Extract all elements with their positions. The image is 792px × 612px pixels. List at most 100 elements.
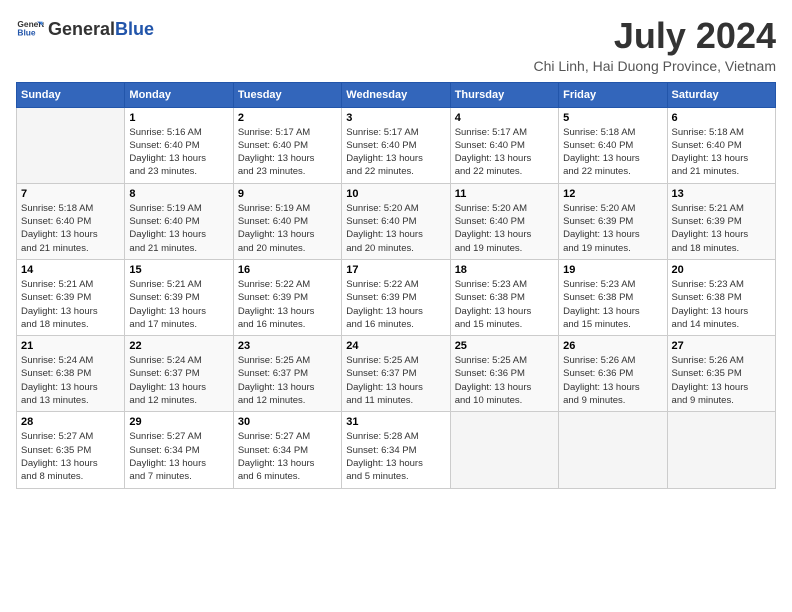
day-detail: Sunrise: 5:23 AM Sunset: 6:38 PM Dayligh… (563, 278, 662, 331)
calendar-cell: 31 Sunrise: 5:28 AM Sunset: 6:34 PM Dayli… (342, 412, 450, 488)
weekday-header-monday: Monday (125, 82, 233, 107)
weekday-header-tuesday: Tuesday (233, 82, 341, 107)
day-detail: Sunrise: 5:23 AM Sunset: 6:38 PM Dayligh… (672, 278, 771, 331)
day-number: 12 (563, 188, 662, 200)
day-detail: Sunrise: 5:16 AM Sunset: 6:40 PM Dayligh… (129, 126, 228, 179)
calendar-cell: 17 Sunrise: 5:22 AM Sunset: 6:39 PM Dayli… (342, 259, 450, 335)
day-number: 19 (563, 264, 662, 276)
calendar-cell: 25Sunrise: 5:25 AM Sunset: 6:36 PM Dayli… (450, 336, 558, 412)
day-number: 5 (563, 112, 662, 124)
day-detail: Sunrise: 5:17 AM Sunset: 6:40 PM Dayligh… (238, 126, 337, 179)
day-number: 31 (346, 416, 445, 428)
svg-text:Blue: Blue (17, 28, 35, 38)
day-number: 10 (346, 188, 445, 200)
day-number: 26 (563, 340, 662, 352)
calendar-cell: 5 Sunrise: 5:18 AM Sunset: 6:40 PM Daylig… (559, 107, 667, 183)
day-number: 29 (129, 416, 228, 428)
weekday-header-thursday: Thursday (450, 82, 558, 107)
day-number: 7 (21, 188, 120, 200)
header: General Blue General Blue July 2024 Chi … (16, 16, 776, 74)
day-number: 23 (238, 340, 337, 352)
calendar-cell: 1Sunrise: 5:16 AM Sunset: 6:40 PM Daylig… (125, 107, 233, 183)
day-number: 3 (346, 112, 445, 124)
calendar-cell: 9Sunrise: 5:19 AM Sunset: 6:40 PM Daylig… (233, 183, 341, 259)
weekday-header-wednesday: Wednesday (342, 82, 450, 107)
day-number: 14 (21, 264, 120, 276)
calendar-cell: 26 Sunrise: 5:26 AM Sunset: 6:36 PM Dayli… (559, 336, 667, 412)
logo: General Blue General Blue (16, 16, 154, 44)
day-detail: Sunrise: 5:20 AM Sunset: 6:40 PM Dayligh… (455, 202, 554, 255)
day-number: 9 (238, 188, 337, 200)
calendar-cell: 16 Sunrise: 5:22 AM Sunset: 6:39 PM Dayli… (233, 259, 341, 335)
day-number: 22 (129, 340, 228, 352)
calendar-cell: 29 Sunrise: 5:27 AM Sunset: 6:34 PM Dayli… (125, 412, 233, 488)
calendar-cell: 20 Sunrise: 5:23 AM Sunset: 6:38 PM Dayli… (667, 259, 775, 335)
month-title: July 2024 (533, 16, 776, 56)
day-detail: Sunrise: 5:20 AM Sunset: 6:39 PM Dayligh… (563, 202, 662, 255)
day-detail: Sunrise: 5:27 AM Sunset: 6:34 PM Dayligh… (238, 430, 337, 483)
day-number: 27 (672, 340, 771, 352)
calendar-cell: 27Sunrise: 5:26 AM Sunset: 6:35 PM Dayli… (667, 336, 775, 412)
calendar-cell: 7 Sunrise: 5:18 AM Sunset: 6:40 PM Daylig… (17, 183, 125, 259)
day-detail: Sunrise: 5:23 AM Sunset: 6:38 PM Dayligh… (455, 278, 554, 331)
day-detail: Sunrise: 5:17 AM Sunset: 6:40 PM Dayligh… (346, 126, 445, 179)
calendar-table: SundayMondayTuesdayWednesdayThursdayFrid… (16, 82, 776, 489)
day-number: 30 (238, 416, 337, 428)
weekday-header-saturday: Saturday (667, 82, 775, 107)
title-area: July 2024 Chi Linh, Hai Duong Province, … (533, 16, 776, 74)
day-detail: Sunrise: 5:21 AM Sunset: 6:39 PM Dayligh… (21, 278, 120, 331)
logo-text-general: General (48, 20, 115, 40)
day-number: 15 (129, 264, 228, 276)
calendar-cell: 23Sunrise: 5:25 AM Sunset: 6:37 PM Dayli… (233, 336, 341, 412)
day-detail: Sunrise: 5:19 AM Sunset: 6:40 PM Dayligh… (129, 202, 228, 255)
calendar-cell: 2Sunrise: 5:17 AM Sunset: 6:40 PM Daylig… (233, 107, 341, 183)
calendar-cell: 8 Sunrise: 5:19 AM Sunset: 6:40 PM Daylig… (125, 183, 233, 259)
day-number: 28 (21, 416, 120, 428)
weekday-header-friday: Friday (559, 82, 667, 107)
calendar-cell: 14 Sunrise: 5:21 AM Sunset: 6:39 PM Dayli… (17, 259, 125, 335)
day-detail: Sunrise: 5:18 AM Sunset: 6:40 PM Dayligh… (21, 202, 120, 255)
day-number: 17 (346, 264, 445, 276)
calendar-cell: 19 Sunrise: 5:23 AM Sunset: 6:38 PM Dayli… (559, 259, 667, 335)
day-detail: Sunrise: 5:26 AM Sunset: 6:36 PM Dayligh… (563, 354, 662, 407)
week-row-3: 14 Sunrise: 5:21 AM Sunset: 6:39 PM Dayli… (17, 259, 776, 335)
calendar-cell: 22 Sunrise: 5:24 AM Sunset: 6:37 PM Dayli… (125, 336, 233, 412)
day-number: 4 (455, 112, 554, 124)
calendar-cell: 10 Sunrise: 5:20 AM Sunset: 6:40 PM Dayli… (342, 183, 450, 259)
day-number: 8 (129, 188, 228, 200)
day-detail: Sunrise: 5:22 AM Sunset: 6:39 PM Dayligh… (346, 278, 445, 331)
calendar-cell: 21Sunrise: 5:24 AM Sunset: 6:38 PM Dayli… (17, 336, 125, 412)
week-row-5: 28Sunrise: 5:27 AM Sunset: 6:35 PM Dayli… (17, 412, 776, 488)
calendar-cell: 28Sunrise: 5:27 AM Sunset: 6:35 PM Dayli… (17, 412, 125, 488)
weekday-header-row: SundayMondayTuesdayWednesdayThursdayFrid… (17, 82, 776, 107)
calendar-cell: 11 Sunrise: 5:20 AM Sunset: 6:40 PM Dayli… (450, 183, 558, 259)
calendar-cell (17, 107, 125, 183)
day-detail: Sunrise: 5:18 AM Sunset: 6:40 PM Dayligh… (563, 126, 662, 179)
day-detail: Sunrise: 5:20 AM Sunset: 6:40 PM Dayligh… (346, 202, 445, 255)
day-number: 6 (672, 112, 771, 124)
location-title: Chi Linh, Hai Duong Province, Vietnam (533, 58, 776, 74)
day-number: 20 (672, 264, 771, 276)
week-row-4: 21Sunrise: 5:24 AM Sunset: 6:38 PM Dayli… (17, 336, 776, 412)
day-detail: Sunrise: 5:27 AM Sunset: 6:34 PM Dayligh… (129, 430, 228, 483)
day-number: 24 (346, 340, 445, 352)
calendar-cell: 30 Sunrise: 5:27 AM Sunset: 6:34 PM Dayli… (233, 412, 341, 488)
day-detail: Sunrise: 5:28 AM Sunset: 6:34 PM Dayligh… (346, 430, 445, 483)
day-number: 11 (455, 188, 554, 200)
calendar-cell (559, 412, 667, 488)
day-detail: Sunrise: 5:22 AM Sunset: 6:39 PM Dayligh… (238, 278, 337, 331)
week-row-1: 1Sunrise: 5:16 AM Sunset: 6:40 PM Daylig… (17, 107, 776, 183)
calendar-cell: 4Sunrise: 5:17 AM Sunset: 6:40 PM Daylig… (450, 107, 558, 183)
calendar-cell: 18Sunrise: 5:23 AM Sunset: 6:38 PM Dayli… (450, 259, 558, 335)
day-number: 25 (455, 340, 554, 352)
logo-text-blue: Blue (115, 20, 154, 40)
day-number: 16 (238, 264, 337, 276)
calendar-cell: 6Sunrise: 5:18 AM Sunset: 6:40 PM Daylig… (667, 107, 775, 183)
day-number: 21 (21, 340, 120, 352)
weekday-header-sunday: Sunday (17, 82, 125, 107)
week-row-2: 7 Sunrise: 5:18 AM Sunset: 6:40 PM Daylig… (17, 183, 776, 259)
calendar-cell: 15Sunrise: 5:21 AM Sunset: 6:39 PM Dayli… (125, 259, 233, 335)
calendar-cell: 24Sunrise: 5:25 AM Sunset: 6:37 PM Dayli… (342, 336, 450, 412)
day-number: 13 (672, 188, 771, 200)
day-detail: Sunrise: 5:24 AM Sunset: 6:37 PM Dayligh… (129, 354, 228, 407)
